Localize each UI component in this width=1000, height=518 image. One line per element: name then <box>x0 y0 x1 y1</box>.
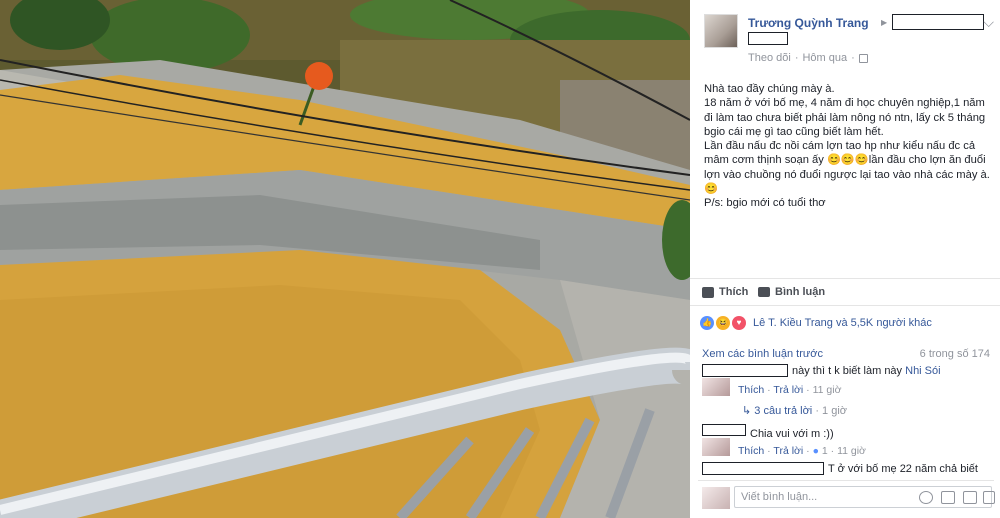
meta-separator: · <box>794 52 799 64</box>
arrow-right-icon: ▶ <box>881 18 888 27</box>
replies-time: 1 giờ <box>822 405 847 417</box>
comment-reply-link[interactable]: Trả lời <box>773 445 803 457</box>
comment-like-count: 1 <box>821 445 828 457</box>
post-header: Trương Quỳnh Trang ▶ ⌵ Theo dõi · Hôm qu… <box>704 14 994 66</box>
replies-count[interactable]: 3 câu trả lời <box>754 405 812 417</box>
comment-reply-link[interactable]: Trả lời <box>773 384 803 396</box>
comment-time[interactable]: 11 giờ <box>813 384 842 396</box>
redacted-target <box>892 14 984 30</box>
emoji-icon[interactable] <box>919 491 933 504</box>
commenter-avatar[interactable] <box>702 378 730 396</box>
comment-button[interactable]: Bình luận <box>758 286 825 298</box>
comment-item: này thì t k biết làm này Nhi Sói Thích ·… <box>702 364 992 420</box>
thumbs-up-icon <box>702 286 714 298</box>
comment-mention[interactable]: Nhi Sói <box>905 365 940 377</box>
haha-reaction-icon: 😆 <box>716 316 730 330</box>
follow-link[interactable]: Theo dõi <box>748 52 791 64</box>
reaction-names[interactable]: Lê T. Kiều Trang và 5,5K người khác <box>753 317 932 329</box>
post-panel: Trương Quỳnh Trang ▶ ⌵ Theo dõi · Hôm qu… <box>690 0 1000 518</box>
privacy-icon <box>858 53 868 63</box>
camera-icon[interactable] <box>941 491 955 504</box>
like-button[interactable]: Thích <box>702 286 748 298</box>
post-text: Nhà tao đầy chúng mày à. 18 năm ở với bố… <box>704 82 994 211</box>
author-avatar[interactable] <box>704 14 738 48</box>
comment-text: này thì t k biết làm này Nhi Sói <box>792 365 941 377</box>
reaction-summary[interactable]: 👍 😆 ♥ Lê T. Kiều Trang và 5,5K người khá… <box>700 314 996 332</box>
comment-composer: Viết bình luận... <box>698 480 995 510</box>
love-reaction-icon: ♥ <box>732 316 746 330</box>
post-paragraph: P/s: bgio mới có tuổi thơ <box>704 197 826 210</box>
view-replies[interactable]: ↳ 3 câu trả lời · 1 giờ <box>742 404 847 417</box>
like-count-icon: ● <box>812 445 819 457</box>
post-time[interactable]: Hôm qua <box>802 52 847 64</box>
post-paragraph: Lần đầu nấu đc nồi cám lợn tao hp như ki… <box>704 140 993 196</box>
commenter-avatar[interactable] <box>702 438 730 456</box>
comments-header: Xem các bình luận trước 6 trong số 174 <box>702 348 990 360</box>
replies-separator: · <box>815 405 819 417</box>
comment-input[interactable]: Viết bình luận... <box>734 486 995 508</box>
view-previous-comments[interactable]: Xem các bình luận trước <box>702 348 823 360</box>
author-name[interactable]: Trương Quỳnh Trang <box>748 16 869 30</box>
comment-meta: Thích · Trả lời · ● 1 · 11 giờ <box>738 445 866 457</box>
comment-time[interactable]: 11 giờ <box>837 445 866 457</box>
photo-rice-drying <box>0 0 690 518</box>
comment-icon <box>758 287 770 297</box>
comment-item: Chia vui với m :)) Thích · Trả lời · ● 1… <box>702 424 992 460</box>
comment-meta: Thích · Trả lời · 11 giờ <box>738 384 842 396</box>
comment-text: Chia vui với m :)) <box>750 428 834 440</box>
gif-icon[interactable] <box>963 491 977 504</box>
redacted-target-2 <box>748 32 788 45</box>
comment-like-link[interactable]: Thích <box>738 445 764 457</box>
comment-label: Bình luận <box>775 286 826 298</box>
comment-text: T ở với bố mẹ 22 năm chả biết <box>828 463 978 475</box>
sticker-icon[interactable] <box>983 491 995 504</box>
chevron-down-icon[interactable]: ⌵ <box>983 14 994 31</box>
redacted-commenter <box>702 462 824 475</box>
post-paragraph: Nhà tao đầy chúng mày à. <box>704 83 835 95</box>
comment-placeholder: Viết bình luận... <box>741 491 818 503</box>
comment-item: T ở với bố mẹ 22 năm chả biết <box>702 462 992 478</box>
comment-like-link[interactable]: Thích <box>738 384 764 396</box>
like-reaction-icon: 👍 <box>700 316 714 330</box>
post-paragraph: 18 năm ở với bố mẹ, 4 năm đi học chuyên … <box>704 97 989 138</box>
comment-count: 6 trong số 174 <box>919 348 990 360</box>
viewer-avatar <box>702 487 730 509</box>
post-photo[interactable] <box>0 0 690 518</box>
redacted-commenter <box>702 364 788 377</box>
reply-arrow-icon: ↳ <box>742 405 752 417</box>
post-meta: Theo dõi · Hôm qua · <box>748 52 868 64</box>
action-bar: Thích Bình luận <box>690 278 1000 306</box>
redacted-commenter <box>702 424 746 436</box>
meta-separator-2: · <box>851 52 855 64</box>
comment-body: này thì t k biết làm này <box>792 365 903 377</box>
like-label: Thích <box>719 286 749 298</box>
